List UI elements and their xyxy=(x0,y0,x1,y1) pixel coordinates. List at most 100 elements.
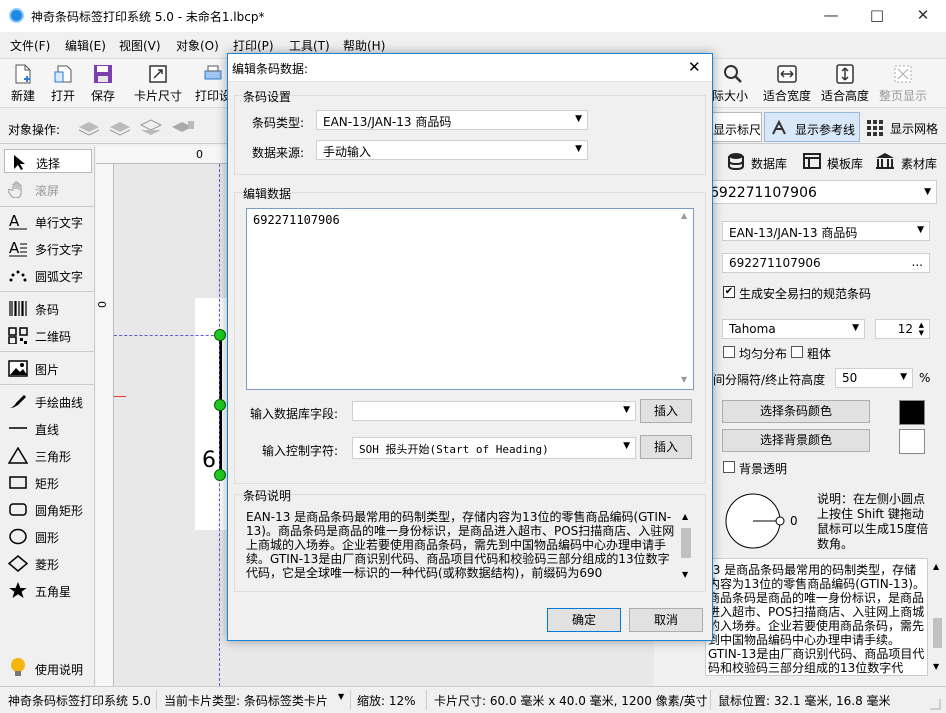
tool-triangle[interactable]: 三角形 xyxy=(4,443,92,467)
save-button[interactable]: 保存 xyxy=(86,61,120,107)
single-text-icon: A xyxy=(9,213,27,230)
show-guides-toggle[interactable]: 显示参考线 xyxy=(764,112,860,142)
menu-view[interactable]: 视图(V) xyxy=(119,37,161,54)
desc-scrollbar[interactable]: ▲ ▼ xyxy=(678,510,694,584)
tool-single-text[interactable]: A 单行文字 xyxy=(4,209,92,233)
help-button[interactable]: 使用说明 xyxy=(4,656,92,680)
rotation-hint: 说明：在左侧小圆点上按住 Shift 键拖动鼠标可以生成15度倍数角。 xyxy=(817,492,929,551)
right-desc-scrollbar[interactable]: ▲ ▼ xyxy=(929,558,946,676)
new-button[interactable]: 新建 xyxy=(6,61,40,107)
tool-image-label: 图片 xyxy=(35,363,60,377)
guide-line-horizontal[interactable] xyxy=(114,335,224,336)
resize-handle[interactable] xyxy=(214,329,226,341)
cancel-button[interactable]: 取消 xyxy=(629,608,703,632)
bg-transparent-checkbox[interactable] xyxy=(723,461,735,473)
select-bar-color-button[interactable]: 选择条码颜色 xyxy=(722,400,870,423)
tool-image[interactable]: 图片 xyxy=(4,356,92,380)
print-settings-button[interactable]: 打印设 xyxy=(195,61,231,107)
insert-db-field-button[interactable]: 插入 xyxy=(640,399,692,423)
tool-diamond[interactable]: 菱形 xyxy=(4,551,92,575)
tool-arc-text[interactable]: 圆弧文字 xyxy=(4,263,92,287)
card-size-icon xyxy=(149,65,167,83)
tool-multi-text[interactable]: A 多行文字 xyxy=(4,236,92,260)
source-select[interactable]: 手动输入 ▼ xyxy=(316,140,588,160)
menu-edit[interactable]: 编辑(E) xyxy=(65,37,106,54)
resize-handle[interactable] xyxy=(214,469,226,481)
tool-scroll[interactable]: 滚屏 xyxy=(4,177,92,201)
fit-width-button[interactable]: 适合宽度 xyxy=(760,61,814,107)
grid-icon xyxy=(867,120,883,136)
menu-help[interactable]: 帮助(H) xyxy=(343,37,385,54)
ruler-zero-h: 0 xyxy=(196,148,203,161)
resize-grip-icon[interactable] xyxy=(928,697,942,711)
tool-barcode[interactable]: 条码 xyxy=(4,296,92,320)
qrcode-icon xyxy=(8,327,28,344)
tab-materials[interactable]: 素材库 xyxy=(873,148,945,174)
tab-database[interactable]: 数据库 xyxy=(721,148,801,174)
guide-line-vertical[interactable] xyxy=(219,164,220,686)
font-select[interactable]: Tahoma ▼ xyxy=(722,319,865,339)
whole-page-label: 整页显示 xyxy=(878,89,927,103)
minimize-button[interactable]: — xyxy=(808,0,854,32)
layer-ops-icons[interactable] xyxy=(76,117,206,137)
card-size-button[interactable]: 卡片尺寸 xyxy=(131,61,185,107)
fit-height-label: 适合高度 xyxy=(820,89,869,103)
status-zoom: 缩放: 12% xyxy=(357,694,416,708)
ok-button[interactable]: 确定 xyxy=(547,608,621,632)
tool-barcode-label: 条码 xyxy=(35,303,60,317)
bold-checkbox[interactable] xyxy=(791,346,803,358)
type-select[interactable]: EAN-13/JAN-13 商品码 ▼ xyxy=(316,110,588,130)
bar-color-swatch[interactable] xyxy=(899,400,925,425)
barcode-data-field[interactable]: 692271107906... xyxy=(722,253,930,273)
tool-select[interactable]: 选择 xyxy=(4,149,92,173)
menu-file[interactable]: 文件(F) xyxy=(10,37,50,54)
dialog-close-icon[interactable]: ✕ xyxy=(688,58,701,76)
status-app: 神奇条码标签打印系统 5.0 xyxy=(8,694,151,708)
close-button[interactable]: ✕ xyxy=(900,0,946,32)
edit-group-title: 编辑数据 xyxy=(243,185,292,202)
menu-tools[interactable]: 工具(T) xyxy=(289,37,330,54)
tool-circle[interactable]: 圆形 xyxy=(4,524,92,548)
status-card-type[interactable]: 当前卡片类型: 条码标签类卡片 xyxy=(164,692,328,709)
menu-object[interactable]: 对象(O) xyxy=(176,37,219,54)
tool-freehand[interactable]: 手绘曲线 xyxy=(4,389,92,413)
tool-qrcode[interactable]: 二维码 xyxy=(4,323,92,347)
tool-rounded-rect-label: 圆角矩形 xyxy=(35,504,84,518)
insert-ctrl-char-button[interactable]: 插入 xyxy=(640,435,692,459)
db-field-select[interactable]: ▼ xyxy=(352,401,636,421)
whole-page-button[interactable]: 整页显示 xyxy=(876,61,930,107)
more-button[interactable]: ... xyxy=(912,255,923,269)
data-value-field[interactable]: 692271107906 ▼ xyxy=(705,180,937,204)
safe-scan-checkbox[interactable]: ✔ xyxy=(723,286,735,298)
rotation-dial[interactable] xyxy=(723,491,813,551)
tool-rectangle[interactable]: 矩形 xyxy=(4,470,92,494)
barcode-type-select[interactable]: EAN-13/JAN-13 商品码 ▼ xyxy=(722,221,930,241)
actual-size-button[interactable]: 实际大小 xyxy=(700,61,756,107)
show-ruler-label: 显示标尺 xyxy=(713,123,762,137)
resize-handle[interactable] xyxy=(214,399,226,411)
show-grid-toggle[interactable]: 显示网格 xyxy=(864,112,944,142)
guard-height-select[interactable]: 50 ▼ xyxy=(835,368,913,388)
open-button[interactable]: 打开 xyxy=(46,61,80,107)
ctrl-char-select[interactable]: SOH 报头开始(Start of Heading) ▼ xyxy=(352,437,636,459)
even-dist-checkbox[interactable] xyxy=(723,346,735,358)
bulb-icon xyxy=(11,658,25,676)
maximize-button[interactable]: □ xyxy=(854,0,900,32)
tool-star[interactable]: 五角星 xyxy=(4,578,92,602)
menu-print[interactable]: 打印(P) xyxy=(233,37,274,54)
tool-rounded-rect[interactable]: 圆角矩形 xyxy=(4,497,92,521)
data-textarea[interactable]: 692271107906 ▲ ▼ xyxy=(246,208,694,390)
card-type-dropdown-icon[interactable]: ▼ xyxy=(338,692,344,701)
data-textarea-scrollbar[interactable]: ▲ ▼ xyxy=(677,209,693,389)
fit-height-button[interactable]: 适合高度 xyxy=(818,61,872,107)
tab-template[interactable]: 模板库 xyxy=(801,148,873,174)
source-label: 数据来源: xyxy=(252,146,305,160)
tool-panel: 选择 滚屏 A 单行文字 A 多行文字 圆弧文字 条码 二维码 图片 手绘曲线 … xyxy=(0,146,95,686)
show-ruler-toggle[interactable]: 显示标尺 xyxy=(708,112,762,142)
bg-color-swatch[interactable] xyxy=(899,429,925,454)
tool-line[interactable]: 直线 xyxy=(4,416,92,440)
show-grid-label: 显示网格 xyxy=(890,122,939,136)
circle-icon xyxy=(9,528,27,545)
font-size-spinner[interactable]: 12 ▲ ▼ xyxy=(875,319,930,339)
select-bg-color-button[interactable]: 选择背景颜色 xyxy=(722,429,870,452)
